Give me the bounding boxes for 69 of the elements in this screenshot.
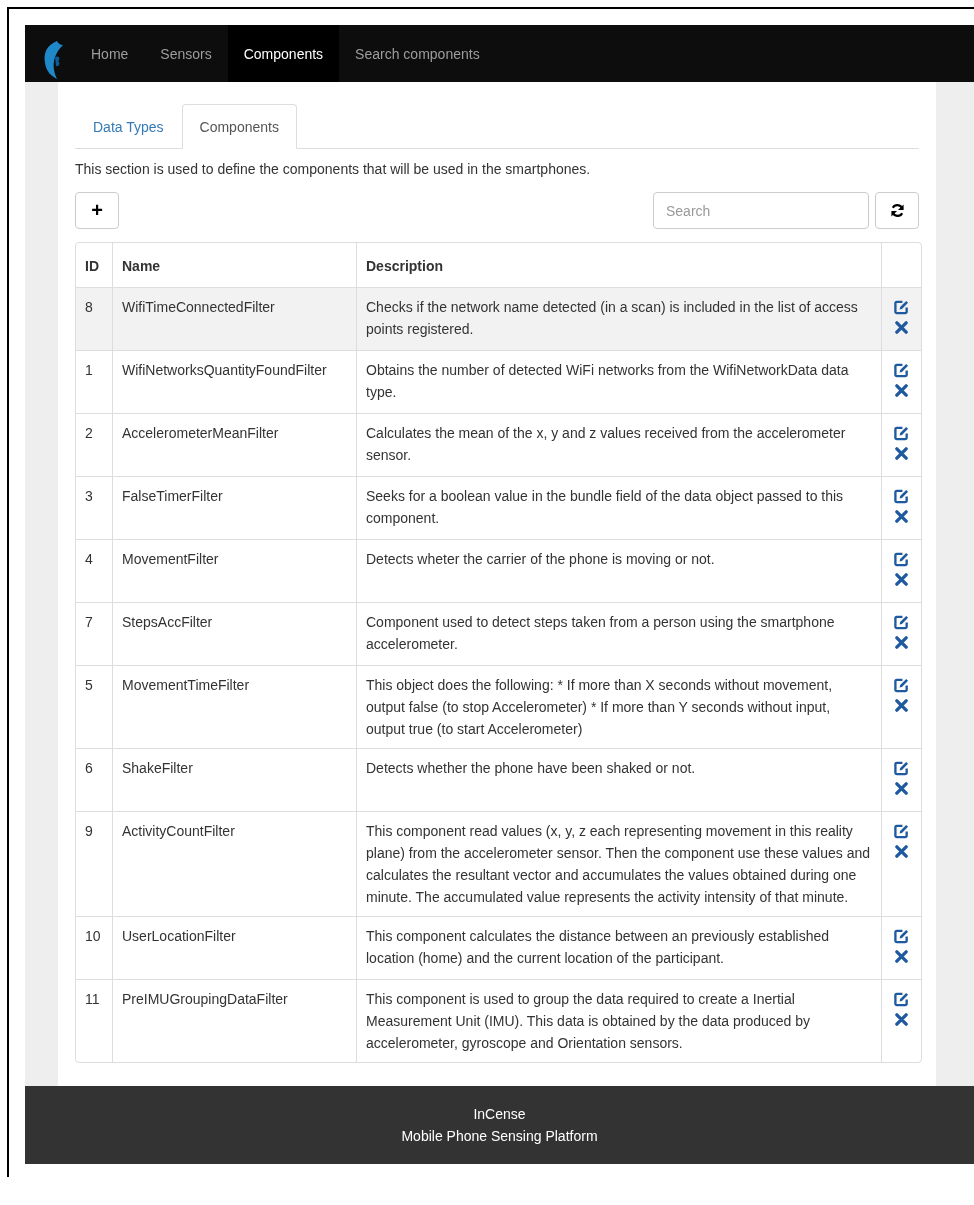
column-header: ID bbox=[84, 257, 100, 276]
table-cell: 10 bbox=[76, 916, 112, 979]
table-cell: ShakeFilter bbox=[112, 748, 356, 811]
refresh-button[interactable] bbox=[875, 192, 919, 229]
table-cell: This component is used to group the data required to create a Inertial Measurement Unit (IMU). This data is obtained by the data produced by accelerometer, gyroscope and Orientation sensors. bbox=[356, 979, 881, 1062]
table-cell: 7 bbox=[76, 602, 112, 665]
edit-icon[interactable] bbox=[894, 363, 909, 378]
table-cell: 1 bbox=[76, 350, 112, 413]
table-cell: This component read values (x, y, z each representing movement in this reality plane) from the accelerometer sensor. Then the component use these values and calculates the resultant vector and accumulates the values obtained during one minute. The accumulated value represents the activity intensity of that minute. bbox=[356, 811, 881, 916]
table-cell: 9 bbox=[76, 811, 112, 916]
table-cell: This component calculates the distance between an previously established location (home) and the current location of the participant. bbox=[356, 916, 881, 979]
add-button[interactable]: + bbox=[75, 192, 119, 229]
table-cell: StepsAccFilter bbox=[112, 602, 356, 665]
table-cell: WifiTimeConnectedFilter bbox=[112, 287, 356, 350]
nav-link[interactable]: Components bbox=[227, 25, 340, 82]
table-cell: PreIMUGroupingDataFilter bbox=[112, 979, 356, 1062]
delete-icon[interactable] bbox=[895, 782, 908, 795]
table-cell: MovementFilter bbox=[112, 539, 356, 602]
table-cell: 8 bbox=[76, 287, 112, 350]
table-cell: 3 bbox=[76, 476, 112, 539]
table-cell: Component used to detect steps taken from a person using the smartphone accelerometer. bbox=[356, 602, 881, 665]
table-cell: ActivityCountFilter bbox=[112, 811, 356, 916]
table-cell: This object does the following: * If more than X seconds without movement, output false (to stop Accelerometer) * If more than Y seconds without input, output true (to start Accelerometer) bbox=[356, 665, 881, 748]
table-cell: FalseTimerFilter bbox=[112, 476, 356, 539]
tab[interactable]: Data Types bbox=[75, 104, 182, 149]
nav-link[interactable]: Sensors bbox=[144, 25, 228, 82]
edit-icon[interactable] bbox=[894, 615, 909, 630]
delete-icon[interactable] bbox=[895, 950, 908, 963]
edit-icon[interactable] bbox=[894, 426, 909, 441]
edit-icon[interactable] bbox=[894, 761, 909, 776]
edit-icon[interactable] bbox=[894, 992, 909, 1007]
delete-icon[interactable] bbox=[895, 845, 908, 858]
nav-link[interactable]: Home bbox=[75, 25, 145, 82]
delete-icon[interactable] bbox=[895, 447, 908, 460]
table-cell: Calculates the mean of the x, y and z values received from the accelerometer sensor. bbox=[356, 413, 881, 476]
delete-icon[interactable] bbox=[895, 321, 908, 334]
table-cell: Checks if the network name detected (in a scan) is included in the list of access points registered. bbox=[356, 287, 881, 350]
edit-icon[interactable] bbox=[894, 824, 909, 839]
table-cell: AccelerometerMeanFilter bbox=[112, 413, 356, 476]
delete-icon[interactable] bbox=[895, 636, 908, 649]
nav-link[interactable]: Search components bbox=[339, 25, 496, 82]
table-cell: Obtains the number of detected WiFi networks from the WifiNetworkData data type. bbox=[356, 350, 881, 413]
footer-title: InCense bbox=[473, 1105, 526, 1124]
edit-icon[interactable] bbox=[894, 489, 909, 504]
edit-icon[interactable] bbox=[894, 300, 909, 315]
table-cell: MovementTimeFilter bbox=[112, 665, 356, 748]
refresh-icon bbox=[889, 203, 905, 218]
edit-icon[interactable] bbox=[894, 929, 909, 944]
delete-icon[interactable] bbox=[895, 1013, 908, 1026]
table-cell: 2 bbox=[76, 413, 112, 476]
delete-icon[interactable] bbox=[895, 384, 908, 397]
table-cell: 4 bbox=[76, 539, 112, 602]
edit-icon[interactable] bbox=[894, 678, 909, 693]
table-cell: Seeks for a boolean value in the bundle field of the data object passed to this component. bbox=[356, 476, 881, 539]
intro-text: This section is used to define the components that will be used in the smartphones. bbox=[75, 160, 592, 178]
table-cell: 6 bbox=[76, 748, 112, 811]
delete-icon[interactable] bbox=[895, 573, 908, 586]
table-cell: Detects whether the phone have been shaked or not. bbox=[356, 748, 881, 811]
edit-icon[interactable] bbox=[894, 552, 909, 567]
search-field[interactable]: Search bbox=[653, 192, 869, 229]
table-cell: 11 bbox=[76, 979, 112, 1062]
footer-subtitle: Mobile Phone Sensing Platform bbox=[401, 1127, 598, 1146]
table-cell: WifiNetworksQuantityFoundFilter bbox=[112, 350, 356, 413]
table-cell: Detects wheter the carrier of the phone is moving or not. bbox=[356, 539, 881, 602]
table-cell: UserLocationFilter bbox=[112, 916, 356, 979]
delete-icon[interactable] bbox=[895, 510, 908, 523]
delete-icon[interactable] bbox=[895, 699, 908, 712]
tab[interactable]: Components bbox=[181, 104, 297, 149]
table-cell: 5 bbox=[76, 665, 112, 748]
